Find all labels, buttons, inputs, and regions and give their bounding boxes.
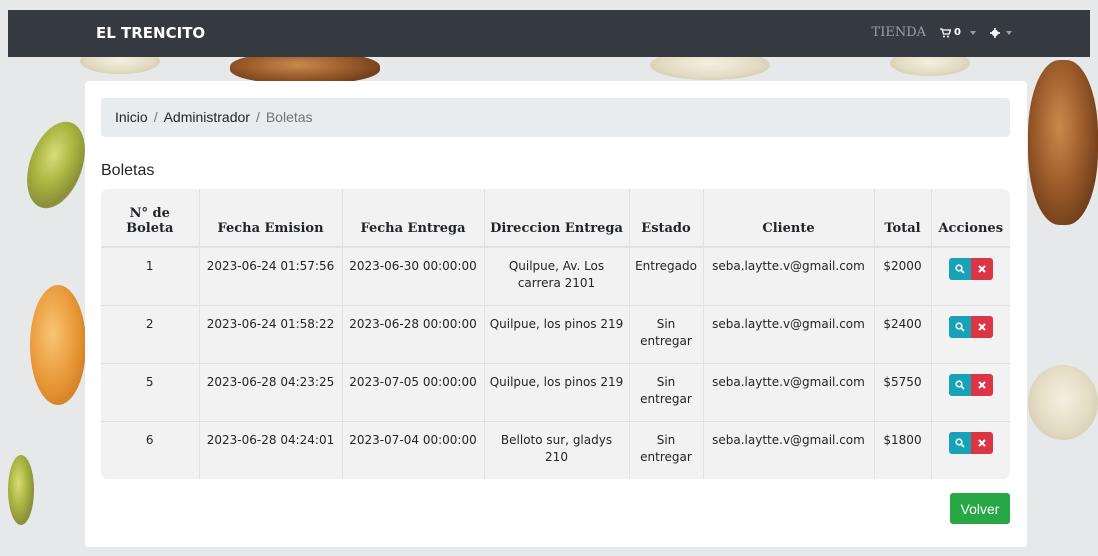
cell-acciones xyxy=(930,246,1010,305)
table-row: 6 2023-06-28 04:24:01 2023-07-04 00:00:00 B… xyxy=(101,420,1010,479)
cell-numero: 5 xyxy=(101,362,199,421)
cart-count: 0 xyxy=(954,27,961,38)
cell-direccion: Quilpue, los pinos 219 xyxy=(483,304,629,363)
header-cliente: Cliente xyxy=(702,189,874,248)
gear-icon xyxy=(990,27,1000,38)
search-icon xyxy=(955,437,965,448)
chevron-down-icon xyxy=(1006,30,1012,35)
breadcrumb-separator: / xyxy=(153,109,158,125)
cell-estado: Entregado xyxy=(628,246,703,305)
header-acciones: Acciones xyxy=(930,189,1010,248)
cart-dropdown[interactable]: 0 xyxy=(940,27,976,38)
cell-cliente: seba.laytte.v@gmail.com xyxy=(702,362,874,421)
cell-fecha-entrega: 2023-07-05 00:00:00 xyxy=(341,362,484,421)
cart-icon xyxy=(940,27,952,37)
chevron-down-icon xyxy=(970,30,976,35)
brand-logo[interactable]: EL TRENCITO xyxy=(96,24,205,42)
cell-fecha-emision: 2023-06-24 01:58:22 xyxy=(198,304,342,363)
cell-total: $5750 xyxy=(873,362,931,421)
volver-button[interactable]: Volver xyxy=(950,493,1010,524)
table-header-row: N° de Boleta Fecha Emision Fecha Entrega… xyxy=(101,189,1010,248)
cell-estado: Sin entregar xyxy=(628,304,703,363)
navbar-right: TIENDA 0 xyxy=(872,25,1012,40)
header-total: Total xyxy=(873,189,931,248)
cell-direccion: Belloto sur, gladys 210 xyxy=(483,420,629,479)
cell-cliente: seba.laytte.v@gmail.com xyxy=(702,246,874,305)
background-walnut xyxy=(1028,60,1098,225)
search-icon xyxy=(955,379,965,390)
table-row: 2 2023-06-24 01:58:22 2023-06-28 00:00:00 Q… xyxy=(101,304,1010,363)
breadcrumb-admin[interactable]: Administrador xyxy=(164,109,250,126)
row-actions xyxy=(936,373,1007,396)
view-boleta-button[interactable] xyxy=(948,373,971,396)
background-pistachio xyxy=(16,113,96,217)
top-navbar: EL TRENCITO TIENDA 0 xyxy=(8,10,1090,57)
header-direccion: Direccion Entrega xyxy=(483,189,629,248)
cell-fecha-entrega: 2023-07-04 00:00:00 xyxy=(341,420,484,479)
main-card: Inicio / Administrador / Boletas Boletas… xyxy=(85,81,1027,547)
nav-tienda-link[interactable]: TIENDA xyxy=(872,25,926,40)
row-actions xyxy=(936,315,1007,338)
cell-estado: Sin entregar xyxy=(628,362,703,421)
table-row: 1 2023-06-24 01:57:56 2023-06-30 00:00:00 Q… xyxy=(101,246,1010,305)
cell-fecha-entrega: 2023-06-30 00:00:00 xyxy=(341,246,484,305)
cell-fecha-emision: 2023-06-28 04:24:01 xyxy=(198,420,342,479)
cell-direccion: Quilpue, los pinos 219 xyxy=(483,362,629,421)
cell-fecha-emision: 2023-06-24 01:57:56 xyxy=(198,246,342,305)
cell-total: $1800 xyxy=(873,420,931,479)
cell-cliente: seba.laytte.v@gmail.com xyxy=(702,420,874,479)
header-fecha-emision: Fecha Emision xyxy=(198,189,342,248)
background-pistachio-shell xyxy=(1028,365,1098,440)
close-icon xyxy=(978,322,986,331)
header-numero: N° de Boleta xyxy=(101,189,199,248)
row-actions xyxy=(936,258,1007,280)
cell-estado: Sin entregar xyxy=(628,420,703,479)
delete-boleta-button[interactable] xyxy=(970,373,993,396)
row-actions xyxy=(936,431,1007,454)
cell-fecha-entrega: 2023-06-28 00:00:00 xyxy=(341,304,484,363)
breadcrumb-home[interactable]: Inicio xyxy=(115,109,148,126)
cell-fecha-emision: 2023-06-28 04:23:25 xyxy=(198,362,342,421)
cell-cliente: seba.laytte.v@gmail.com xyxy=(702,304,874,363)
search-icon xyxy=(955,264,965,274)
close-icon xyxy=(978,438,986,447)
cell-acciones xyxy=(930,304,1010,363)
close-icon xyxy=(978,380,986,389)
cell-direccion: Quilpue, Av. Los carrera 2101 xyxy=(483,246,629,305)
search-icon xyxy=(955,321,965,332)
header-fecha-entrega: Fecha Entrega xyxy=(341,189,484,248)
breadcrumb-separator: / xyxy=(255,109,260,125)
header-estado: Estado xyxy=(628,189,703,248)
cell-numero: 1 xyxy=(101,246,199,305)
view-boleta-button[interactable] xyxy=(948,315,971,338)
boletas-table-container: N° de Boleta Fecha Emision Fecha Entrega… xyxy=(101,189,1010,479)
breadcrumb: Inicio / Administrador / Boletas xyxy=(101,98,1010,137)
table-row: 5 2023-06-28 04:23:25 2023-07-05 00:00:00 Q… xyxy=(101,362,1010,421)
close-icon xyxy=(978,265,986,273)
breadcrumb-current: Boletas xyxy=(265,109,313,125)
delete-boleta-button[interactable] xyxy=(970,431,993,454)
delete-boleta-button[interactable] xyxy=(970,315,993,338)
cell-numero: 2 xyxy=(101,304,199,363)
settings-dropdown[interactable] xyxy=(990,27,1012,38)
view-boleta-button[interactable] xyxy=(948,431,971,454)
cell-total: $2000 xyxy=(873,246,931,305)
cell-acciones xyxy=(930,420,1010,479)
background-pistachio xyxy=(8,455,34,525)
cell-numero: 6 xyxy=(101,420,199,479)
view-boleta-button[interactable] xyxy=(948,258,971,280)
cell-total: $2400 xyxy=(873,304,931,363)
boletas-table: N° de Boleta Fecha Emision Fecha Entrega… xyxy=(101,189,1010,479)
delete-boleta-button[interactable] xyxy=(970,258,993,280)
cell-acciones xyxy=(930,362,1010,421)
table-body: 1 2023-06-24 01:57:56 2023-06-30 00:00:00 Q… xyxy=(101,246,1010,479)
background-apricot xyxy=(30,285,86,405)
page-title: Boletas xyxy=(101,162,155,179)
